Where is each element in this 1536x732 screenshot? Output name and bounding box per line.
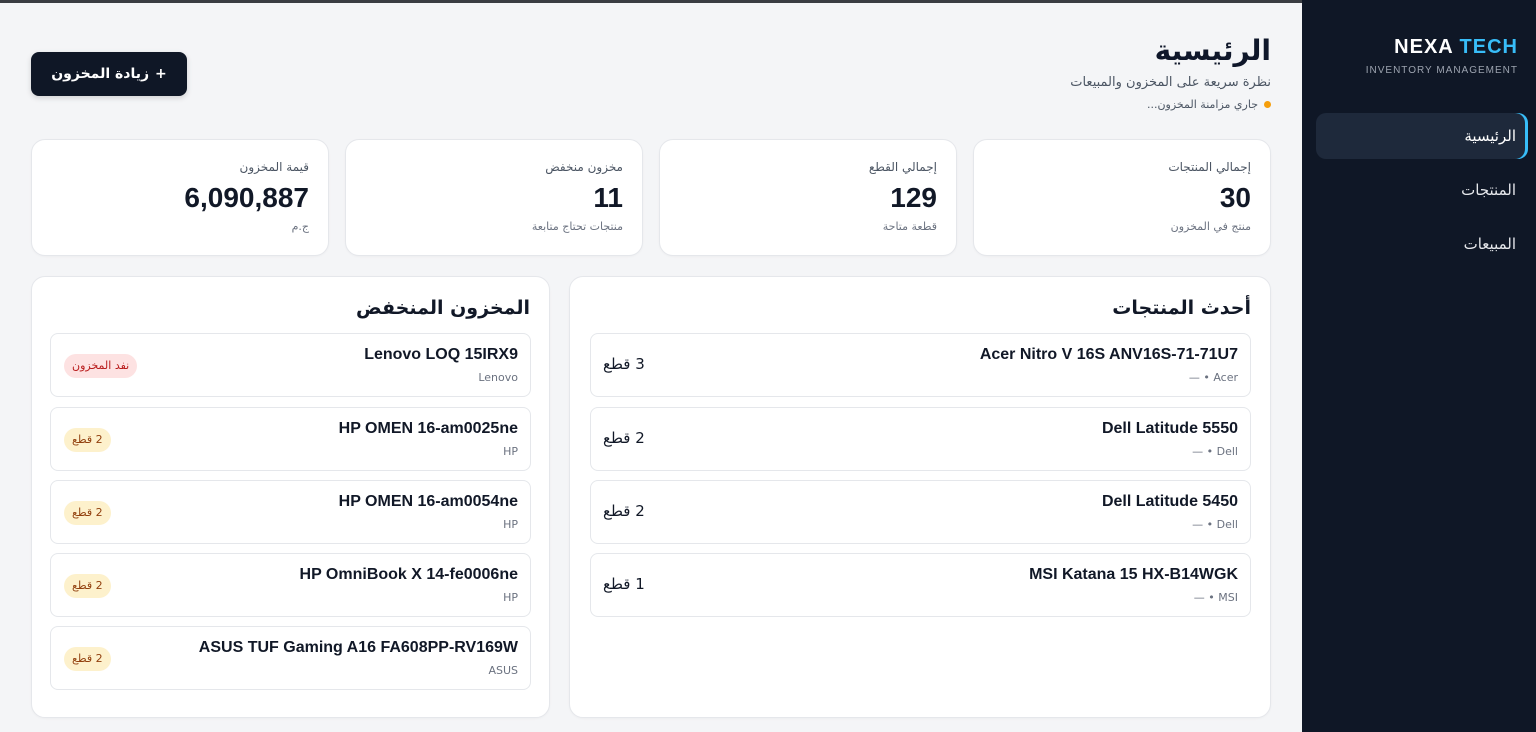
brand-name: NEXA TECH bbox=[1366, 36, 1518, 59]
latest-product-row[interactable]: MSI Katana 15 HX-B14WGK MSI • — 1 قطع bbox=[590, 553, 1251, 617]
sidebar-item-sales[interactable]: المبيعات bbox=[1316, 221, 1528, 267]
product-name: Lenovo LOQ 15IRX9 bbox=[364, 346, 518, 363]
low-stock-row[interactable]: ASUS TUF Gaming A16 FA608PP-RV169W ASUS … bbox=[50, 626, 531, 690]
product-quantity: 3 قطع bbox=[603, 355, 645, 373]
latest-product-row[interactable]: Dell Latitude 5450 Dell • — 2 قطع bbox=[590, 480, 1251, 544]
quantity-badge: 2 قطع bbox=[64, 501, 111, 525]
product-brand: HP bbox=[503, 591, 518, 604]
stat-value: 11 bbox=[593, 182, 623, 213]
page-subtitle: نظرة سريعة على المخزون والمبيعات bbox=[1070, 75, 1271, 90]
add-stock-label: زيادة المخزون bbox=[51, 66, 150, 82]
stat-note: منتج في المخزون bbox=[1170, 220, 1251, 233]
stat-card-total-pieces: إجمالي القطع 129 قطعة متاحة bbox=[659, 139, 957, 256]
product-name: Dell Latitude 5450 bbox=[1101, 493, 1238, 510]
plus-icon: + bbox=[155, 66, 167, 82]
stat-value: 6,090,887 bbox=[184, 182, 309, 213]
product-name: HP OMEN 16-am0054ne bbox=[338, 493, 518, 510]
stat-card-total-products: إجمالي المنتجات 30 منتج في المخزون bbox=[973, 139, 1271, 256]
add-stock-button[interactable]: + زيادة المخزون bbox=[31, 52, 187, 96]
quantity-badge: 2 قطع bbox=[64, 574, 111, 598]
brand-name-accent: TECH bbox=[1459, 36, 1518, 58]
product-name: HP OMEN 16-am0025ne bbox=[338, 420, 518, 437]
latest-products-panel: أحدث المنتجات Acer Nitro V 16S ANV16S-71… bbox=[569, 276, 1271, 718]
brand-name-main: NEXA bbox=[1394, 36, 1453, 58]
stat-label: إجمالي المنتجات bbox=[1168, 160, 1251, 174]
low-stock-row[interactable]: Lenovo LOQ 15IRX9 Lenovo نفد المخزون bbox=[50, 333, 531, 397]
stat-label: مخزون منخفض bbox=[545, 160, 623, 174]
low-stock-row[interactable]: HP OmniBook X 14-fe0006ne HP 2 قطع bbox=[50, 553, 531, 617]
product-meta: Dell • — bbox=[1192, 518, 1238, 531]
quantity-badge: 2 قطع bbox=[64, 428, 111, 452]
stat-card-inventory-value: قيمة المخزون 6,090,887 ج.م bbox=[31, 139, 329, 256]
product-quantity: 2 قطع bbox=[603, 429, 645, 447]
sync-dot-icon bbox=[1264, 101, 1271, 108]
low-stock-row[interactable]: HP OMEN 16-am0025ne HP 2 قطع bbox=[50, 407, 531, 471]
product-name: HP OmniBook X 14-fe0006ne bbox=[299, 566, 518, 583]
product-quantity: 1 قطع bbox=[603, 575, 645, 593]
product-name: Dell Latitude 5550 bbox=[1101, 420, 1238, 437]
product-quantity: 2 قطع bbox=[603, 502, 645, 520]
sync-status-text: جاري مزامنة المخزون... bbox=[1146, 98, 1258, 111]
sync-status: جاري مزامنة المخزون... bbox=[1070, 98, 1271, 111]
quantity-badge: 2 قطع bbox=[64, 647, 111, 671]
product-brand: Lenovo bbox=[478, 371, 518, 384]
sidebar-item-home[interactable]: الرئيسية bbox=[1316, 113, 1528, 159]
out-of-stock-badge: نفد المخزون bbox=[64, 354, 138, 378]
stat-card-low-stock: مخزون منخفض 11 منتجات تحتاج متابعة bbox=[345, 139, 643, 256]
latest-product-row[interactable]: Acer Nitro V 16S ANV16S-71-71U7 Acer • —… bbox=[590, 333, 1251, 397]
stat-note: منتجات تحتاج متابعة bbox=[531, 220, 623, 233]
product-meta: Acer • — bbox=[1188, 371, 1238, 384]
product-brand: HP bbox=[503, 445, 518, 458]
product-name: MSI Katana 15 HX-B14WGK bbox=[1029, 566, 1238, 583]
stat-value: 30 bbox=[1219, 182, 1251, 213]
stat-label: قيمة المخزون bbox=[239, 160, 309, 174]
product-name: Acer Nitro V 16S ANV16S-71-71U7 bbox=[979, 346, 1238, 363]
sidebar-item-products[interactable]: المنتجات bbox=[1316, 167, 1528, 213]
product-brand: ASUS bbox=[488, 664, 518, 677]
latest-products-title: أحدث المنتجات bbox=[1112, 297, 1251, 319]
stat-note: ج.م bbox=[291, 220, 309, 233]
brand-logo: NEXA TECH INVENTORY MANAGEMENT bbox=[1366, 36, 1518, 76]
latest-product-row[interactable]: Dell Latitude 5550 Dell • — 2 قطع bbox=[590, 407, 1251, 471]
low-stock-row[interactable]: HP OMEN 16-am0054ne HP 2 قطع bbox=[50, 480, 531, 544]
brand-subtitle: INVENTORY MANAGEMENT bbox=[1365, 65, 1518, 76]
stat-label: إجمالي القطع bbox=[868, 160, 937, 174]
low-stock-title: المخزون المنخفض bbox=[356, 297, 530, 319]
product-name: ASUS TUF Gaming A16 FA608PP-RV169W bbox=[198, 639, 518, 656]
product-brand: HP bbox=[503, 518, 518, 531]
page-header: الرئيسية نظرة سريعة على المخزون والمبيعا… bbox=[1070, 34, 1271, 111]
stat-note: قطعة متاحة bbox=[882, 220, 937, 233]
page-title: الرئيسية bbox=[1154, 34, 1271, 67]
product-meta: MSI • — bbox=[1193, 591, 1238, 604]
sidebar-nav: الرئيسية المنتجات المبيعات bbox=[1316, 113, 1528, 275]
sidebar: NEXA TECH INVENTORY MANAGEMENT الرئيسية … bbox=[1302, 0, 1536, 732]
stat-value: 129 bbox=[890, 182, 937, 213]
product-meta: Dell • — bbox=[1192, 445, 1238, 458]
low-stock-panel: المخزون المنخفض Lenovo LOQ 15IRX9 Lenovo… bbox=[31, 276, 550, 718]
